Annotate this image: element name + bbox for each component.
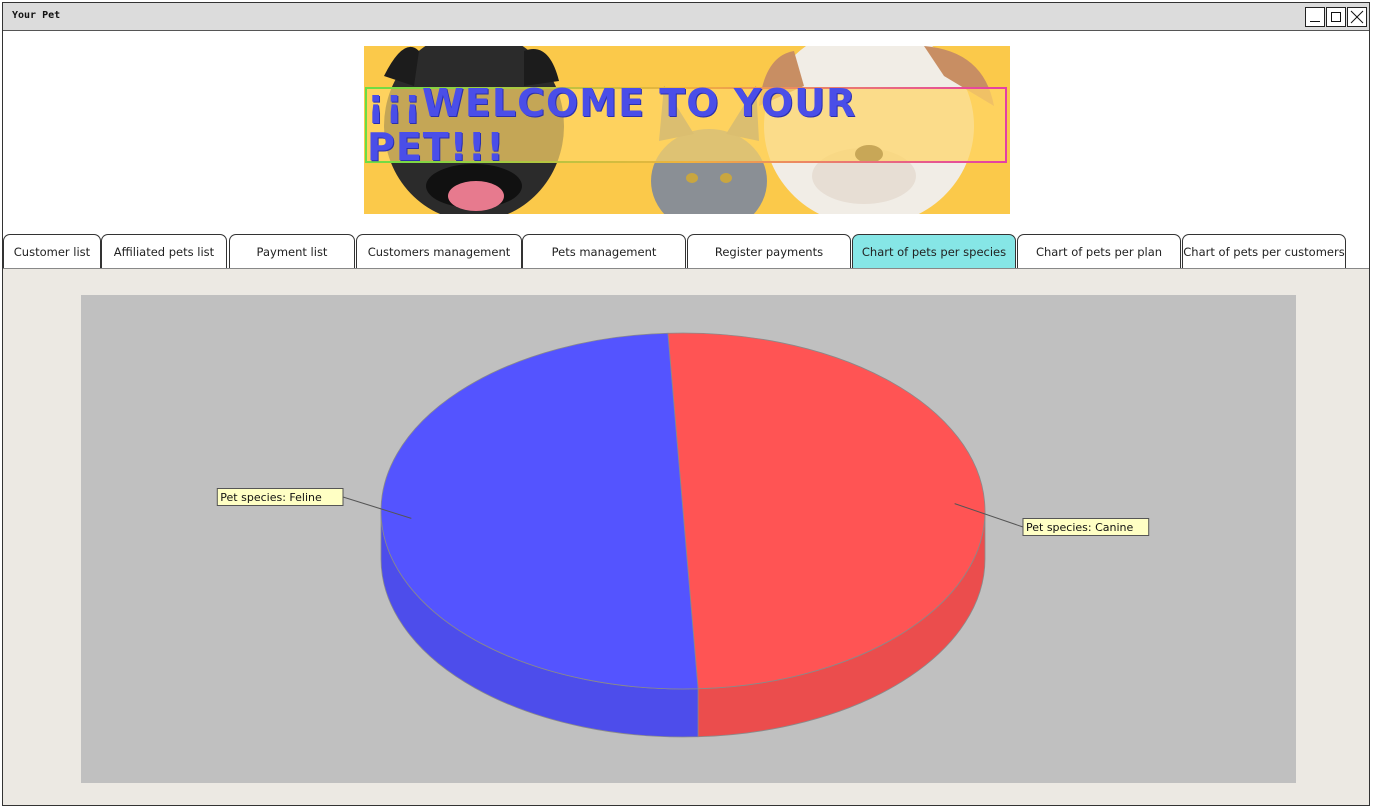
tab-chart-pets-per-plan[interactable]: Chart of pets per plan	[1017, 234, 1181, 268]
tab-customer-list[interactable]: Customer list	[3, 234, 101, 268]
tab-chart-pets-per-species[interactable]: Chart of pets per species	[852, 234, 1016, 268]
tab-affiliated-pets-list[interactable]: Affiliated pets list	[101, 234, 227, 268]
window-controls	[1305, 7, 1367, 27]
close-button[interactable]	[1347, 7, 1367, 27]
minimize-button[interactable]	[1305, 7, 1325, 27]
slice-label-1: Pet species: Feline	[220, 491, 322, 504]
tab-content: Pet species: Canine Pet species: Feline	[3, 268, 1369, 805]
welcome-banner: ¡¡¡WELCOME TO YOUR PET!!!	[364, 46, 1010, 214]
tab-payment-list[interactable]: Payment list	[229, 234, 355, 268]
tab-customers-management[interactable]: Customers management	[356, 234, 522, 268]
maximize-button[interactable]	[1326, 7, 1346, 27]
welcome-box: ¡¡¡WELCOME TO YOUR PET!!!	[365, 81, 1007, 169]
tab-pets-management[interactable]: Pets management	[522, 234, 686, 268]
window-title: Your Pet	[12, 10, 61, 21]
chart-panel: Pet species: Canine Pet species: Feline	[81, 295, 1296, 783]
close-icon	[1350, 10, 1364, 24]
tab-chart-pets-per-customers[interactable]: Chart of pets per customers	[1182, 234, 1346, 268]
tab-register-payments[interactable]: Register payments	[687, 234, 851, 268]
slice-label-0: Pet species: Canine	[1026, 521, 1134, 534]
title-bar: Your Pet	[3, 3, 1369, 31]
pie-chart: Pet species: Canine Pet species: Feline	[216, 332, 1150, 738]
welcome-text: ¡¡¡WELCOME TO YOUR PET!!!	[367, 81, 857, 169]
